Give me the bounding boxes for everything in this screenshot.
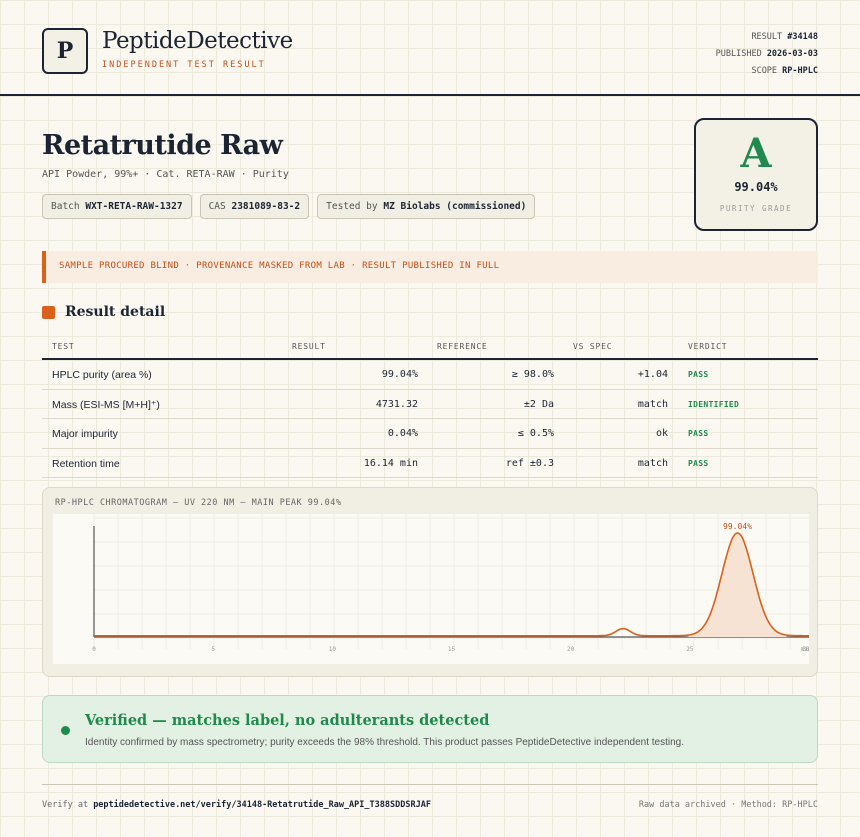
cell-reference: ref ±0.3 (505, 457, 554, 469)
table-header: TEST RESULT REFERENCE VS SPEC VERDICT (42, 338, 818, 360)
brand-logo: P (42, 28, 88, 74)
product-title: Retatrutide Raw (42, 130, 283, 161)
batch-chip-value: WXT-RETA-RAW-1327 (85, 201, 183, 212)
cell-verdict: PASS (688, 370, 709, 379)
header-reference: REFERENCE (437, 342, 488, 351)
chromatogram-chart: 99.04%051015202530min (53, 514, 809, 664)
main-peak-label: 99.04% (723, 522, 752, 531)
meta-result: RESULT #34148 (716, 29, 818, 46)
table-row: Retention time 16.14 min ref ±0.3 match … (42, 449, 818, 478)
report-footer: Verify at peptidedetective.net/verify/34… (42, 784, 818, 810)
chart-title: RP-HPLC CHROMATOGRAM — UV 220 NM — MAIN … (55, 498, 342, 508)
tested-by-chip-value: MZ Biolabs (commissioned) (383, 201, 527, 212)
table-row: HPLC purity (area %) 99.04% ≥ 98.0% +1.0… (42, 360, 818, 390)
meta-published: PUBLISHED 2026-03-03 (716, 46, 818, 63)
report-meta: RESULT #34148 PUBLISHED 2026-03-03 SCOPE… (716, 29, 818, 80)
cell-vs-spec: ok (655, 428, 668, 439)
header-result: RESULT (292, 342, 326, 351)
product-subtitle: API Powder, 99%+ · Cat. RETA-RAW · Purit… (42, 169, 289, 180)
section-marker (42, 306, 55, 319)
section-title: Result detail (65, 304, 166, 320)
cell-test: Major impurity (52, 428, 118, 440)
cell-verdict: PASS (688, 458, 709, 468)
meta-scope: SCOPE RP-HPLC (716, 63, 818, 80)
cell-vs-spec: +1.04 (637, 369, 668, 380)
meta-result-label: RESULT (751, 32, 783, 42)
meta-scope-value: RP-HPLC (782, 66, 818, 76)
tested-by-chip: Tested by MZ Biolabs (commissioned) (317, 194, 536, 219)
cell-reference: ≤ 0.5% (517, 428, 554, 439)
report-header: P PeptideDetective INDEPENDENT TEST RESU… (0, 0, 860, 96)
table-row: Mass (ESI-MS [M+H]⁺) 4731.32 ±2 Da match… (42, 390, 818, 419)
brand-tagline: INDEPENDENT TEST RESULT (102, 60, 266, 70)
cell-result: 0.04% (387, 428, 418, 439)
meta-published-value: 2026-03-03 (766, 49, 818, 59)
verify-line: Verify at peptidedetective.net/verify/34… (42, 800, 431, 810)
x-tick-label: 10 (329, 646, 337, 653)
cell-result: 16.14 min (363, 457, 418, 469)
footer-method: Raw data archived · Method: RP-HPLC (638, 800, 818, 810)
purity-grade-card: A 99.04% PURITY GRADE (694, 118, 818, 231)
header-test: TEST (52, 342, 75, 351)
x-tick-label: 0 (92, 646, 96, 653)
verified-description: Identity confirmed by mass spectrometry;… (85, 737, 685, 748)
cas-chip: CAS 2381089-83-2 (199, 194, 310, 219)
cas-chip-value: 2381089-83-2 (231, 201, 301, 212)
meta-published-label: PUBLISHED (715, 49, 762, 59)
verified-title: Verified — matches label, no adulterants… (85, 712, 490, 729)
cell-test: Mass (ESI-MS [M+H]⁺) (52, 398, 160, 411)
x-unit-label: min (801, 646, 809, 653)
cell-result: 99.04% (381, 369, 418, 380)
x-tick-label: 15 (448, 646, 456, 653)
cell-vs-spec: match (637, 398, 668, 410)
cell-test: Retention time (52, 457, 120, 470)
chromatogram-panel: RP-HPLC CHROMATOGRAM — UV 220 NM — MAIN … (42, 487, 818, 677)
cell-vs-spec: match (637, 457, 668, 469)
verify-label: Verify at (42, 800, 89, 810)
batch-chip: Batch WXT-RETA-RAW-1327 (42, 194, 192, 219)
batch-chip-label: Batch (51, 201, 80, 212)
meta-result-value: #34148 (787, 32, 818, 42)
result-table: TEST RESULT REFERENCE VS SPEC VERDICT HP… (42, 338, 818, 478)
cell-verdict: PASS (688, 429, 709, 438)
cell-reference: ≥ 98.0% (511, 369, 554, 380)
blind-sample-notice: SAMPLE PROCURED BLIND · PROVENANCE MASKE… (42, 251, 818, 283)
table-row: Major impurity 0.04% ≤ 0.5% ok PASS (42, 419, 818, 449)
header-vs-spec: VS SPEC (573, 342, 613, 351)
grade-letter: A (740, 130, 772, 177)
verified-banner: Verified — matches label, no adulterants… (42, 695, 818, 763)
x-tick-label: 25 (686, 646, 694, 653)
cas-chip-label: CAS (208, 201, 226, 212)
header-verdict: VERDICT (688, 342, 728, 351)
verify-link[interactable]: peptidedetective.net/verify/34148-Retatr… (93, 800, 431, 810)
verified-dot-icon (61, 726, 70, 735)
cell-result: 4731.32 (375, 398, 418, 410)
x-tick-label: 5 (211, 646, 215, 653)
meta-scope-label: SCOPE (751, 66, 778, 76)
cell-test: HPLC purity (area %) (52, 369, 152, 381)
cell-verdict: IDENTIFIED (688, 399, 740, 409)
product-chips: Batch WXT-RETA-RAW-1327 CAS 2381089-83-2… (42, 194, 536, 219)
grade-label: PURITY GRADE (719, 204, 793, 213)
x-tick-label: 20 (567, 646, 575, 653)
brand-name: PeptideDetective (102, 28, 293, 54)
cell-reference: ±2 Da (523, 398, 554, 410)
grade-value: 99.04% (734, 180, 778, 194)
tested-by-chip-label: Tested by (326, 201, 378, 212)
